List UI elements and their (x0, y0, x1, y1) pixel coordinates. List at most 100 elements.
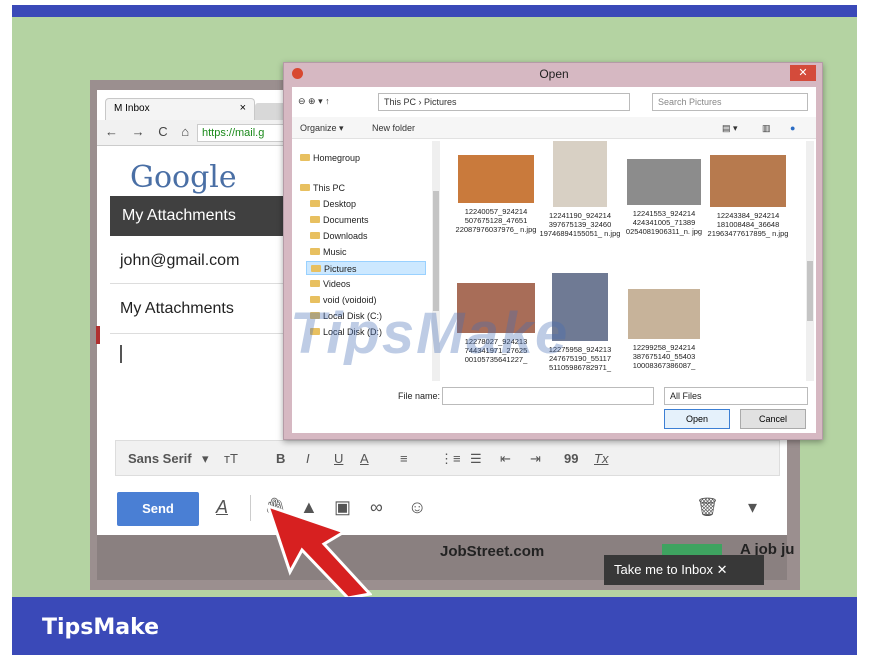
formatting-toolbar: Sans Serif ▾ тT B I U A ≡ ⋮≡ ☰ ⇤ ⇥ 99 Tx (115, 440, 780, 476)
file-item[interactable]: 12240057_924214 507675128_47651 22087976… (454, 155, 538, 279)
bold-icon[interactable]: B (276, 451, 285, 466)
nav-item[interactable]: Desktop (306, 197, 426, 211)
back-icon[interactable]: ← (105, 124, 118, 139)
window-edge-mark (96, 326, 100, 344)
trash-icon[interactable]: 🗑 (696, 497, 719, 518)
nav-item-label: Downloads (323, 231, 368, 241)
folder-icon (310, 200, 320, 207)
folder-icon (310, 216, 320, 223)
formatting-options-icon[interactable]: A (216, 497, 228, 518)
nav-item[interactable]: Documents (306, 213, 426, 227)
nav-item[interactable]: Homegroup (296, 151, 426, 165)
align-icon[interactable]: ≡ (400, 451, 408, 466)
to-field[interactable]: john@gmail.com (110, 236, 285, 284)
folder-icon (311, 265, 321, 272)
bulleted-list-icon[interactable]: ☰ (470, 451, 482, 467)
close-icon[interactable]: ✕ (790, 65, 816, 81)
font-family-caret-icon[interactable]: ▾ (202, 451, 209, 467)
watermark: TipsMake (290, 301, 570, 366)
organize-button[interactable]: Organize ▾ (300, 123, 344, 134)
dialog-title: Open (539, 67, 569, 81)
file-scrollbar[interactable] (806, 141, 814, 381)
cancel-button[interactable]: Cancel (740, 409, 806, 429)
divider (250, 495, 251, 521)
help-icon[interactable]: ● (790, 123, 795, 133)
file-name-input[interactable] (442, 387, 654, 405)
inbox-sender[interactable]: JobStreet.com (440, 543, 544, 560)
breadcrumb[interactable]: This PC › Pictures (378, 93, 630, 111)
dialog-toolbar: Organize ▾ New folder ▤ ▾ ▥ ● (292, 117, 816, 139)
file-name: 12241190_924214 397675139_32460 19746894… (539, 211, 621, 238)
open-button[interactable]: Open (664, 409, 730, 429)
indent-more-icon[interactable]: ⇥ (530, 451, 541, 467)
file-name-row: File name: All Files (292, 385, 816, 407)
nav-item[interactable]: This PC (296, 181, 426, 195)
search-input[interactable]: Search Pictures (652, 93, 808, 111)
top-accent-bar (12, 5, 857, 17)
reload-icon[interactable]: C (158, 124, 167, 139)
file-thumbnail (458, 155, 534, 203)
nav-item-label: Desktop (323, 199, 357, 209)
nav-scroll-thumb[interactable] (433, 191, 439, 311)
nav-item-label: This PC (313, 183, 346, 193)
view-options-icon[interactable]: ▤ ▾ (722, 123, 738, 134)
file-item[interactable]: 12241553_924214 424341005_71389 02540819… (622, 159, 706, 283)
file-name-label: File name: (398, 391, 441, 401)
nav-item[interactable]: Music (306, 245, 426, 259)
text-cursor (120, 345, 122, 363)
text-color-icon[interactable]: A (360, 451, 369, 466)
address-row: ⊖ ⊕ ▾ ↑ This PC › Pictures Search Pictur… (292, 91, 816, 113)
subject-field[interactable]: My Attachments (110, 284, 285, 334)
file-thumbnail (553, 141, 607, 207)
nav-item-label: Music (323, 247, 347, 257)
dialog-nav-icons[interactable]: ⊖ ⊕ ▾ ↑ (298, 96, 330, 107)
italic-icon[interactable]: I (306, 451, 310, 466)
new-folder-button[interactable]: New folder (372, 123, 415, 133)
file-scroll-thumb[interactable] (807, 261, 813, 321)
indent-less-icon[interactable]: ⇤ (500, 451, 511, 467)
dialog-body: ⊖ ⊕ ▾ ↑ This PC › Pictures Search Pictur… (292, 87, 816, 433)
numbered-list-icon[interactable]: ⋮≡ (440, 451, 461, 467)
brand-name: TipsMake (42, 615, 160, 640)
file-name: 12243384_924214 181008484_36648 21963477… (707, 211, 789, 238)
emoji-icon[interactable]: ☺ (408, 497, 426, 518)
folder-icon (300, 184, 310, 191)
clear-formatting-icon[interactable]: Tx (594, 451, 608, 466)
forward-icon[interactable]: → (132, 124, 145, 139)
nav-item-label: Documents (323, 215, 369, 225)
file-name: 12299258_924214 387675140_55403 10008367… (632, 343, 696, 370)
font-family-select[interactable]: Sans Serif (128, 451, 192, 466)
nav-item[interactable]: Pictures (306, 261, 426, 275)
open-file-dialog: Open ✕ ⊖ ⊕ ▾ ↑ This PC › Pictures Search… (283, 62, 823, 440)
file-name: 12240057_924214 507675128_47651 22087976… (455, 207, 537, 234)
file-thumbnail (628, 289, 700, 339)
nav-item-label: Homegroup (313, 153, 361, 163)
font-size-icon[interactable]: тT (224, 451, 238, 466)
nav-item[interactable]: Downloads (306, 229, 426, 243)
file-name: 12241553_924214 424341005_71389 02540819… (625, 209, 703, 236)
google-logo: Google (130, 160, 237, 195)
more-options-icon[interactable]: ▾ (748, 497, 757, 518)
nav-item-label: Pictures (324, 264, 357, 274)
folder-icon (310, 232, 320, 239)
compose-header: My Attachments (110, 196, 285, 236)
file-thumbnail (627, 159, 701, 205)
nav-item-label: Videos (323, 279, 351, 289)
image-frame: M Inbox × ← → C ⌂ https://mail.g Google … (0, 0, 869, 660)
preview-pane-icon[interactable]: ▥ (762, 123, 771, 134)
take-me-to-inbox-banner[interactable]: Take me to Inbox ✕ (604, 555, 764, 585)
file-type-select[interactable]: All Files (664, 387, 808, 405)
quote-icon[interactable]: 99 (564, 451, 578, 466)
folder-icon (310, 280, 320, 287)
underline-icon[interactable]: U (334, 451, 343, 466)
tab-close-icon[interactable]: × (240, 102, 246, 114)
file-thumbnail (710, 155, 786, 207)
file-item[interactable]: 12243384_924214 181008484_36648 21963477… (706, 155, 790, 279)
browser-tab-inbox[interactable]: M Inbox × (105, 98, 255, 120)
brand-footer: TipsMake (12, 597, 857, 655)
home-icon[interactable]: ⌂ (181, 124, 189, 139)
file-item[interactable]: 12241190_924214 397675139_32460 19746894… (538, 141, 622, 265)
send-button[interactable]: Send (117, 492, 199, 526)
nav-item[interactable]: Videos (306, 277, 426, 291)
folder-icon (300, 154, 310, 161)
